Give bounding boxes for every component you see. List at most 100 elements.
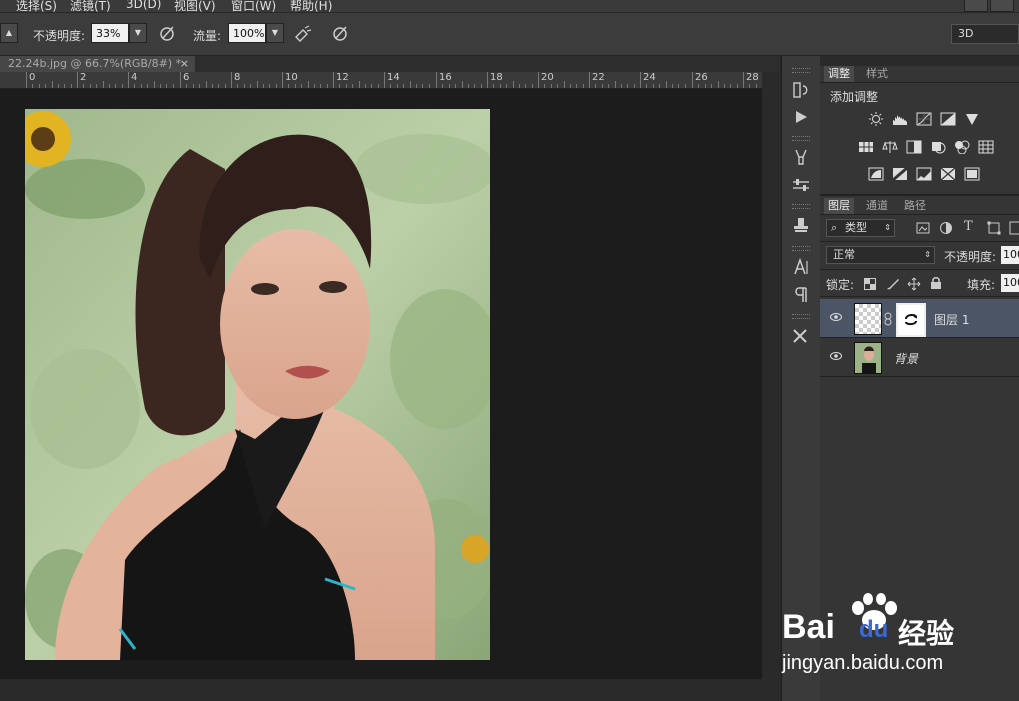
document-image[interactable] bbox=[25, 109, 490, 660]
ruler-major-tick bbox=[282, 72, 283, 88]
pressure-opacity-icon[interactable] bbox=[157, 23, 177, 43]
layer-filter-select[interactable]: ⌕ 类型 ⇕ bbox=[826, 219, 895, 237]
selective-color-icon[interactable] bbox=[964, 167, 980, 181]
brush-presets-icon[interactable] bbox=[790, 147, 812, 167]
vibrance-icon[interactable] bbox=[964, 112, 980, 126]
ruler-major-tick bbox=[589, 72, 590, 88]
tab-paths[interactable]: 路径 bbox=[900, 198, 930, 214]
ruler-major-tick bbox=[436, 72, 437, 88]
ruler-minor-tick bbox=[83, 84, 84, 88]
visibility-eye-icon[interactable] bbox=[830, 311, 842, 323]
ruler-minor-tick bbox=[154, 81, 155, 88]
gradient-map-icon[interactable] bbox=[940, 167, 956, 181]
ruler-minor-tick bbox=[320, 84, 321, 88]
tab-channels[interactable]: 通道 bbox=[862, 198, 892, 214]
strip-grip[interactable] bbox=[792, 68, 810, 73]
layer-opacity-field[interactable]: 100 bbox=[1001, 246, 1019, 264]
ruler-minor-tick bbox=[551, 84, 552, 88]
strip-grip[interactable] bbox=[792, 246, 810, 251]
layer-mask-thumbnail[interactable] bbox=[896, 303, 926, 337]
ruler-minor-tick bbox=[678, 84, 679, 88]
preset-picker-button[interactable]: ▲ bbox=[0, 23, 18, 43]
invert-icon[interactable] bbox=[868, 167, 884, 181]
actions-play-icon[interactable] bbox=[790, 107, 812, 127]
color-lookup-icon[interactable] bbox=[978, 140, 994, 154]
levels-icon[interactable] bbox=[892, 112, 908, 126]
layer-name[interactable]: 图层 1 bbox=[934, 311, 969, 328]
document-tab[interactable]: 22.24b.jpg @ 66.7%(RGB/8#) * × bbox=[0, 56, 195, 72]
channel-mixer-icon[interactable] bbox=[954, 140, 970, 154]
ruler-minor-tick bbox=[52, 81, 53, 88]
airbrush-icon[interactable] bbox=[293, 23, 313, 43]
panel-collapse-bar[interactable] bbox=[820, 56, 1019, 66]
filter-pixel-icon[interactable] bbox=[916, 221, 930, 235]
lock-all-icon[interactable] bbox=[930, 276, 942, 290]
layer-name[interactable]: 背景 bbox=[894, 350, 918, 367]
flow-dropdown-button[interactable]: ▼ bbox=[266, 23, 284, 43]
visibility-eye-icon[interactable] bbox=[830, 350, 842, 362]
close-tab-icon[interactable]: × bbox=[180, 56, 189, 72]
menu-bar: 选择(S) 滤镜(T) 3D(D) 视图(V) 窗口(W) 帮助(H) bbox=[0, 0, 1019, 12]
ruler-minor-tick bbox=[653, 84, 654, 88]
flow-field[interactable]: 100% bbox=[228, 23, 266, 43]
filter-smart-object-icon[interactable] bbox=[1009, 221, 1019, 235]
layer-row-layer1[interactable]: 图层 1 bbox=[820, 299, 1019, 337]
ruler-tick-label: 14 bbox=[387, 72, 400, 83]
flow-label: 流量: bbox=[193, 29, 222, 43]
tool-presets-icon[interactable] bbox=[790, 326, 812, 346]
brightness-contrast-icon[interactable] bbox=[868, 112, 884, 126]
menu-filter[interactable]: 滤镜(T) bbox=[70, 0, 111, 12]
layer-row-background[interactable]: 背景 bbox=[820, 338, 1019, 376]
menu-help[interactable]: 帮助(H) bbox=[290, 0, 332, 12]
threshold-icon[interactable] bbox=[916, 167, 932, 181]
menu-window[interactable]: 窗口(W) bbox=[231, 0, 276, 12]
horizontal-scrollbar[interactable] bbox=[0, 680, 780, 701]
strip-grip[interactable] bbox=[792, 314, 810, 319]
vertical-scrollbar[interactable] bbox=[762, 72, 780, 680]
filter-type-icon[interactable]: T bbox=[964, 219, 973, 234]
opacity-dropdown-button[interactable]: ▼ bbox=[129, 23, 147, 43]
filter-shape-icon[interactable] bbox=[987, 221, 1001, 235]
minimize-button[interactable] bbox=[964, 0, 988, 12]
document-tab-title: 22.24b.jpg @ 66.7%(RGB/8#) * bbox=[8, 57, 182, 70]
menu-3d[interactable]: 3D(D) bbox=[126, 0, 161, 11]
ruler-tick-label: 4 bbox=[131, 72, 138, 83]
black-white-icon[interactable] bbox=[906, 140, 922, 154]
photo-filter-icon[interactable] bbox=[930, 140, 946, 154]
lock-label: 锁定: bbox=[826, 278, 855, 292]
history-icon[interactable] bbox=[790, 80, 812, 100]
layer-fill-field[interactable]: 100 bbox=[1001, 274, 1019, 292]
color-balance-icon[interactable] bbox=[882, 140, 898, 154]
lock-transparent-icon[interactable] bbox=[864, 278, 876, 290]
strip-grip[interactable] bbox=[792, 136, 810, 141]
ruler-major-tick bbox=[640, 72, 641, 88]
blend-mode-select[interactable]: 正常 ⇕ bbox=[826, 246, 935, 264]
pressure-size-icon[interactable] bbox=[330, 23, 350, 43]
curves-icon[interactable] bbox=[916, 112, 932, 126]
chain-link-icon[interactable] bbox=[884, 312, 892, 326]
ruler-minor-tick bbox=[244, 84, 245, 88]
ruler-minor-tick bbox=[659, 84, 660, 88]
menu-select[interactable]: 选择(S) bbox=[16, 0, 57, 12]
strip-grip[interactable] bbox=[792, 204, 810, 209]
tab-adjustments[interactable]: 调整 bbox=[824, 66, 854, 82]
hue-saturation-icon[interactable] bbox=[858, 140, 874, 154]
posterize-icon[interactable] bbox=[892, 167, 908, 181]
ruler-minor-tick bbox=[147, 84, 148, 88]
workspace-select[interactable]: 3D bbox=[951, 24, 1019, 44]
properties-sliders-icon[interactable] bbox=[790, 175, 812, 195]
restore-button[interactable] bbox=[990, 0, 1014, 12]
tab-styles[interactable]: 样式 bbox=[862, 66, 892, 82]
lock-position-move-icon[interactable] bbox=[907, 277, 921, 291]
paragraph-icon[interactable] bbox=[790, 285, 812, 305]
clone-source-icon[interactable] bbox=[790, 215, 812, 235]
ruler-minor-tick bbox=[39, 84, 40, 88]
lock-image-brush-icon[interactable] bbox=[885, 277, 901, 291]
tab-layers[interactable]: 图层 bbox=[824, 198, 854, 214]
opacity-field[interactable]: 33% bbox=[91, 23, 129, 43]
exposure-icon[interactable] bbox=[940, 112, 956, 126]
menu-view[interactable]: 视图(V) bbox=[174, 0, 216, 12]
character-icon[interactable] bbox=[790, 257, 812, 277]
ruler-minor-tick bbox=[397, 84, 398, 88]
filter-adjustment-icon[interactable] bbox=[939, 221, 953, 235]
